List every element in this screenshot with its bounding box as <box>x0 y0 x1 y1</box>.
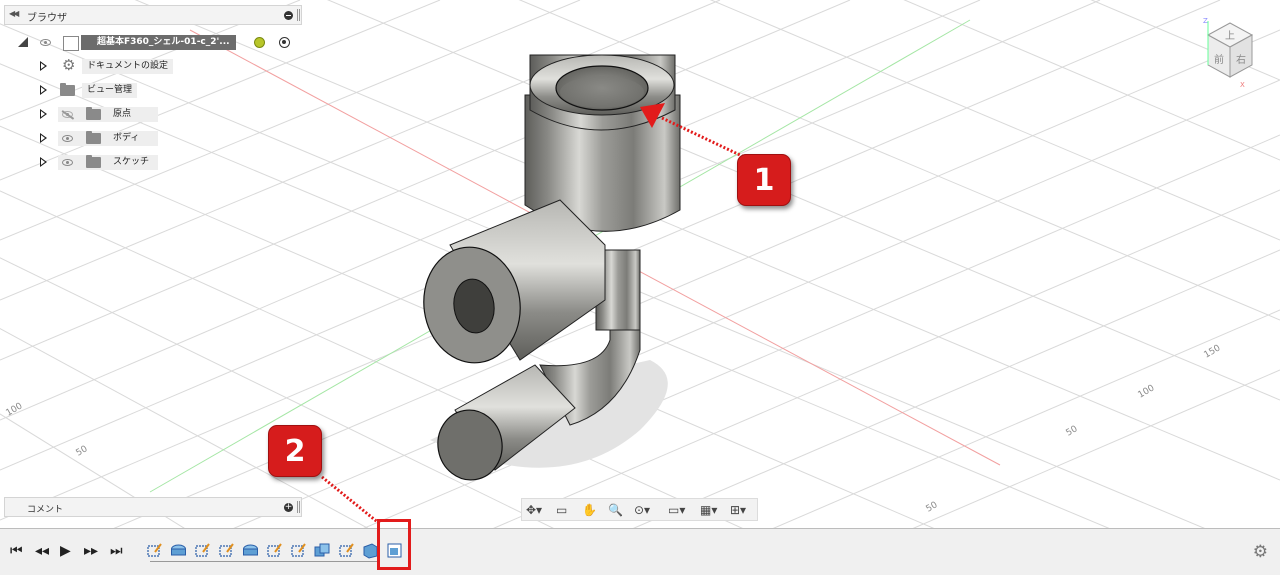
viewcube-right-label: 右 <box>1236 53 1246 66</box>
collapse-panel-icon[interactable]: ◀◀ <box>9 9 19 18</box>
axis-z-label: Z <box>1203 17 1208 25</box>
folder-icon <box>86 155 101 168</box>
3d-viewport[interactable]: 100 50 150 100 50 50 <box>0 0 1280 575</box>
gear-icon[interactable]: ⚙ <box>1253 542 1268 562</box>
grid-label: 50 <box>925 500 940 515</box>
panel-grip-icon[interactable] <box>297 501 300 513</box>
expanded-triangle-icon[interactable] <box>18 37 28 47</box>
viewcube[interactable]: 上 前 右 Z X <box>1200 17 1260 89</box>
panel-grip-icon[interactable] <box>297 9 300 21</box>
folder-icon <box>86 107 101 120</box>
highlight-box <box>377 519 411 570</box>
timeline-bar: ⏮ ◂◂ ▶ ▸▸ ⏭ ⚙ <box>0 528 1280 575</box>
browser-item-label: ドキュメントの設定 <box>82 59 174 74</box>
play-icon[interactable]: ▶ <box>60 543 71 559</box>
gear-icon: ⚙ <box>62 56 76 74</box>
orbit-icon[interactable]: ✥▾ <box>526 502 542 518</box>
skip-to-start-icon[interactable]: ⏮ <box>10 543 23 559</box>
viewcube-top-label: 上 <box>1225 30 1235 42</box>
component-icon <box>63 36 79 51</box>
visibility-eye-icon[interactable] <box>62 159 73 166</box>
browser-item-label: ビュー管理 <box>82 83 138 98</box>
activate-component-icon[interactable] <box>254 37 265 48</box>
browser-panel-header[interactable]: ◀◀ ブラウザ <box>4 5 302 25</box>
grid-label: 100 <box>5 401 25 418</box>
axis-x-label: X <box>1240 81 1245 89</box>
visibility-eye-icon[interactable] <box>62 135 73 142</box>
browser-item-sketches[interactable]: スケッチ <box>38 154 298 172</box>
timeline-feature-extrude-icon[interactable] <box>242 542 259 559</box>
timeline-feature-sketch-icon[interactable] <box>218 542 235 559</box>
browser-item-label: ボディ <box>108 131 145 146</box>
display-settings-icon[interactable]: ▭▾ <box>668 502 685 518</box>
browser-item-bodies[interactable]: ボディ <box>38 130 298 148</box>
comments-panel-header[interactable]: コメント + <box>4 497 302 517</box>
timeline-feature-sketch-icon[interactable] <box>146 542 163 559</box>
zoom-icon[interactable]: 🔍 <box>608 502 623 518</box>
callout-1: 1 <box>737 154 791 206</box>
browser-root-row[interactable]: 超基本F360_シェル-01-c_2'... <box>18 35 298 53</box>
grid-label: 50 <box>75 444 90 459</box>
visibility-eye-icon[interactable] <box>40 39 51 46</box>
expand-triangle-icon[interactable] <box>40 61 47 71</box>
comments-title: コメント <box>27 505 64 515</box>
navigation-toolbar: ✥▾ ▭ ✋ 🔍 ⊙▾ ▭▾ ▦▾ ⊞▾ <box>521 498 758 521</box>
collapse-browser-icon[interactable] <box>284 11 293 20</box>
root-component-label[interactable]: 超基本F360_シェル-01-c_2'... <box>81 35 236 50</box>
viewcube-front-label: 前 <box>1214 53 1224 66</box>
step-back-icon[interactable]: ◂◂ <box>35 543 49 559</box>
grid-canvas: 100 50 150 100 50 50 <box>0 0 1280 575</box>
browser-item-view-management[interactable]: ビュー管理 <box>38 82 298 100</box>
grid-icon[interactable]: ▦▾ <box>700 502 717 518</box>
timeline-feature-extrude-icon[interactable] <box>170 542 187 559</box>
grid-label: 100 <box>1137 383 1157 400</box>
timeline-feature-sketch-icon[interactable] <box>338 542 355 559</box>
browser-title: ブラウザ <box>27 13 67 24</box>
timeline-feature-sketch-icon[interactable] <box>266 542 283 559</box>
pipe-model[interactable] <box>416 54 681 485</box>
timeline-track <box>150 561 380 562</box>
fit-icon[interactable]: ⊙▾ <box>634 502 650 518</box>
pan-icon[interactable]: ✋ <box>582 502 597 518</box>
step-forward-icon[interactable]: ▸▸ <box>84 543 98 559</box>
grid-label: 150 <box>1203 343 1223 360</box>
skip-to-end-icon[interactable]: ⏭ <box>110 543 123 559</box>
folder-icon <box>60 83 75 96</box>
browser-item-label: 原点 <box>108 107 137 122</box>
expand-triangle-icon[interactable] <box>40 157 47 167</box>
expand-triangle-icon[interactable] <box>40 85 47 95</box>
browser-item-label: スケッチ <box>108 155 155 170</box>
browser-item-origin[interactable]: 原点 <box>38 106 298 124</box>
expand-triangle-icon[interactable] <box>40 109 47 119</box>
callout-2: 2 <box>268 425 322 477</box>
add-comment-icon[interactable]: + <box>284 503 293 512</box>
look-at-icon[interactable]: ▭ <box>556 502 567 518</box>
timeline-feature-combine-icon[interactable] <box>314 542 331 559</box>
active-radio-icon[interactable] <box>279 37 290 48</box>
callout-2-leader <box>321 475 381 526</box>
timeline-feature-sketch-icon[interactable] <box>194 542 211 559</box>
browser-item-document-settings[interactable]: ⚙ ドキュメントの設定 <box>38 56 298 76</box>
timeline-feature-sketch-icon[interactable] <box>290 542 307 559</box>
folder-icon <box>86 131 101 144</box>
grid-label: 50 <box>1065 424 1080 439</box>
viewports-icon[interactable]: ⊞▾ <box>730 502 746 518</box>
expand-triangle-icon[interactable] <box>40 133 47 143</box>
